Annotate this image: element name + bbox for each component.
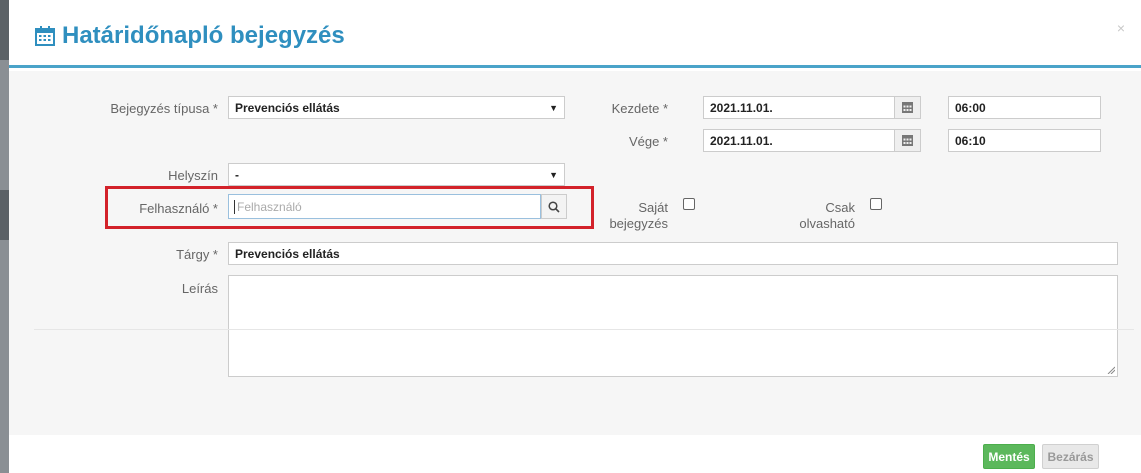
subject-label: Tárgy *: [176, 247, 218, 262]
entry-type-label: Bejegyzés típusa *: [110, 101, 218, 116]
calendar-icon: [902, 102, 913, 113]
read-only-checkbox[interactable]: [870, 198, 882, 210]
entry-dialog: Határidőnapló bejegyzés × Bejegyzés típu…: [9, 0, 1141, 473]
own-entry-label-line1: Saját: [638, 200, 668, 215]
backdrop-overlay: [0, 0, 9, 473]
description-label: Leírás: [181, 281, 218, 296]
own-entry-checkbox[interactable]: [683, 198, 695, 210]
dialog-title-text: Határidőnapló bejegyzés: [62, 22, 345, 49]
highlight-box: [105, 186, 594, 229]
read-only-label-line2: olvasható: [799, 216, 855, 231]
end-label: Vége *: [628, 134, 668, 149]
start-label: Kezdete *: [611, 101, 668, 116]
description-textarea[interactable]: [228, 275, 1118, 377]
backdrop-segment: [0, 0, 9, 60]
chevron-down-icon: ▼: [549, 102, 558, 113]
calendar-icon: [902, 135, 913, 146]
own-entry-label-line2: bejegyzés: [609, 216, 668, 231]
start-date-picker-button[interactable]: [895, 96, 921, 119]
dialog-footer: Mentés Bezárás: [9, 435, 1141, 473]
dialog-title: Határidőnapló bejegyzés: [34, 22, 345, 50]
end-date-picker-button[interactable]: [895, 129, 921, 152]
resize-handle-icon[interactable]: [1107, 366, 1115, 374]
close-icon[interactable]: ×: [1117, 20, 1125, 36]
start-date-input[interactable]: 2021.11.01.: [703, 96, 895, 119]
location-label: Helyszín: [168, 168, 218, 183]
own-entry-label: Saját bejegyzés: [589, 200, 668, 232]
read-only-label: Csak olvasható: [769, 200, 855, 232]
body-divider: [34, 329, 1134, 330]
end-time-input[interactable]: 06:10: [948, 129, 1101, 152]
entry-type-select[interactable]: Prevenciós ellátás ▼: [228, 96, 565, 119]
location-select[interactable]: - ▼: [228, 163, 565, 186]
read-only-label-line1: Csak: [825, 200, 855, 215]
location-value: -: [235, 167, 239, 182]
close-button[interactable]: Bezárás: [1042, 444, 1099, 469]
entry-type-value: Prevenciós ellátás: [235, 100, 340, 115]
start-time-input[interactable]: 06:00: [948, 96, 1101, 119]
subject-input[interactable]: Prevenciós ellátás: [228, 242, 1118, 265]
calendar-icon: [35, 26, 55, 46]
end-date-input[interactable]: 2021.11.01.: [703, 129, 895, 152]
chevron-down-icon: ▼: [549, 169, 558, 180]
backdrop-segment: [0, 190, 9, 240]
save-button[interactable]: Mentés: [983, 444, 1035, 469]
dialog-header: Határidőnapló bejegyzés ×: [9, 0, 1141, 68]
